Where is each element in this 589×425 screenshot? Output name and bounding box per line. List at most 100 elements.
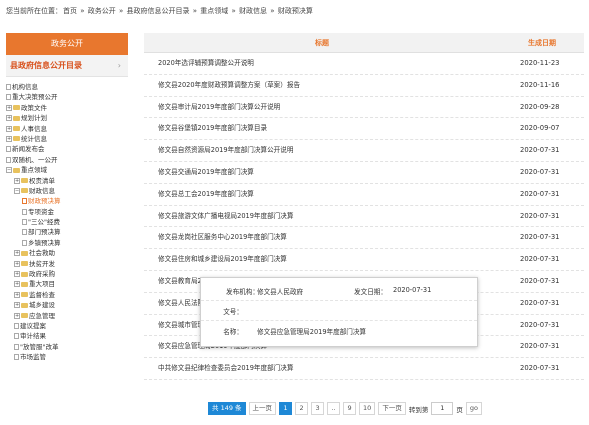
sidebar-tree-item[interactable]: + 监督检查 [6,290,128,300]
expand-icon[interactable]: + [6,125,12,132]
collapse-icon[interactable]: − [14,187,20,194]
document-title-link[interactable]: 2020年选评辅预算调整公开说明 [158,53,254,75]
goto-page-input[interactable]: 1 [431,402,454,415]
sidebar-tree-label: 监督检查 [29,290,55,299]
sidebar-tree-item[interactable]: + 政策文件 [6,103,128,113]
expand-icon[interactable]: + [14,281,20,288]
sidebar-tree-item[interactable]: + 权责清单 [6,176,128,186]
pubdate-value: 2020-07-31 [393,286,432,294]
folder-icon [13,167,20,173]
expand-icon[interactable]: + [14,250,20,257]
sidebar-tree-item[interactable]: + 规划计划 [6,113,128,123]
page-icon [22,219,27,226]
sidebar-tree-item[interactable]: + 统计信息 [6,134,128,144]
column-header-title: 标题 [315,39,329,47]
folder-icon [13,115,20,121]
page-button-3[interactable]: 3 [311,402,325,415]
sidebar-tree-item[interactable]: 重大决策预公开 [6,92,128,102]
document-title-link[interactable]: 修文县谷堡镇2019年度部门决算目录 [158,118,267,140]
expand-icon[interactable]: + [14,271,20,278]
sidebar-subheader[interactable]: 县政府信息公开目录 › [6,55,128,77]
sidebar-tree-item[interactable]: + 政府采购 [6,269,128,279]
sidebar-tree-item[interactable]: 机构信息 [6,82,128,92]
next-page-button[interactable]: 下一页 [378,402,406,415]
expand-icon[interactable]: + [14,177,20,184]
sidebar-tree-item[interactable]: 部门预决算 [6,227,128,237]
page-icon [22,239,27,246]
document-title-link[interactable]: 修文县总工会2019年度部门决算 [158,184,254,206]
breadcrumb-link-budget[interactable]: 财政预决算 [278,7,313,15]
expand-icon[interactable]: + [14,302,20,309]
document-title-link[interactable]: 修文县龙岗社区服务中心2019年度部门决算 [158,227,287,249]
breadcrumb-link-catalog[interactable]: 县政府信息公开目录 [127,7,190,15]
document-title-link[interactable]: 修文县自然资源局2019年度部门决算公开说明 [158,140,293,162]
sidebar-header[interactable]: 政务公开 [6,33,128,55]
folder-icon [13,105,20,111]
sidebar-tree-item[interactable]: + 社会救助 [6,248,128,258]
sidebar-tree-item[interactable]: 双随机、一公开 [6,155,128,165]
document-title-link[interactable]: 中共修文县纪律检查委员会2019年度部门决算 [158,358,293,380]
page-icon [6,94,11,101]
sidebar-tree-item[interactable]: + 人事信息 [6,124,128,134]
expand-icon[interactable]: + [14,260,20,267]
expand-icon[interactable]: + [6,115,12,122]
sidebar-tree-item[interactable]: + 城乡建设 [6,300,128,310]
sidebar-tree-item[interactable]: 市场监管 [6,352,128,362]
sidebar-tree-label: 财政预决算 [28,197,61,206]
document-date: 2020-07-31 [520,189,560,198]
sidebar-tree-label: 政府采购 [29,270,55,279]
sidebar-tree-label: 社会救助 [29,249,55,258]
table-row: 2020年选评辅预算调整公开说明 2020-11-23 [144,53,584,75]
breadcrumb-separator: » [192,7,198,15]
sidebar-tree-item[interactable]: + 重大项目 [6,279,128,289]
page-button-10[interactable]: 10 [359,402,376,415]
table-header: 标题 生成日期 [144,33,584,53]
prev-page-button[interactable]: 上一页 [248,402,277,415]
sidebar-tree-item[interactable]: 建议提案 [6,321,128,331]
sidebar-tree-label: 应急管理 [29,311,55,320]
breadcrumb-home-link[interactable]: 首页 [63,7,77,15]
document-date: 2020-07-31 [520,276,560,285]
sidebar-tree-label: 城乡建设 [29,301,55,310]
sidebar-tree-item[interactable]: − 财政信息 [6,186,128,196]
document-title-link[interactable]: 修文县交通局2019年度部门决算 [158,162,254,184]
sidebar-tree-label: 双随机、一公开 [12,155,58,164]
breadcrumb-link-gov-affairs[interactable]: 政务公开 [88,7,116,15]
sidebar-tree-item[interactable]: + 扶贫开发 [6,259,128,269]
sidebar-tree-item[interactable]: 财政预决算 [6,196,128,206]
document-title-link[interactable]: 修文县审计局2019年度部门决算公开说明 [158,97,280,119]
sidebar-tree-label: "三公"经费 [28,218,60,227]
document-date: 2020-07-31 [520,146,560,155]
document-date: 2020-09-28 [520,102,560,111]
page-button-2[interactable]: 2 [295,402,309,415]
breadcrumb-link-finance[interactable]: 财政信息 [239,7,267,15]
sidebar-tree-item[interactable]: "三公"经费 [6,217,128,227]
sidebar-tree-item[interactable]: 新闻发布会 [6,144,128,154]
expand-icon[interactable]: + [6,135,12,142]
sidebar-tree-item[interactable]: 专项资金 [6,207,128,217]
breadcrumb-separator: » [80,7,85,15]
breadcrumb-link-key-areas[interactable]: 重点领域 [200,7,228,15]
document-title-link[interactable]: 修文县2020年度财政预算调整方案（草案）报告 [158,75,300,97]
collapse-icon[interactable]: − [6,167,12,174]
pubdate-label: 发文日期： [354,288,387,296]
publisher-label: 发布机构： [226,288,259,296]
sidebar-tree-item[interactable]: 审计结果 [6,331,128,341]
sidebar-tree-item[interactable]: − 重点领域 [6,165,128,175]
expand-icon[interactable]: + [6,104,12,111]
sidebar-tree-item[interactable]: 乡镇预决算 [6,238,128,248]
sidebar-tree-item[interactable]: + 应急管理 [6,311,128,321]
page-button-9[interactable]: 9 [343,402,357,415]
document-title-link[interactable]: 修文县旅游文体广播电视局2019年度部门决算 [158,206,293,228]
folder-icon [21,261,28,267]
document-title-link[interactable]: 修文县住房和城乡建设局2019年度部门决算 [158,249,287,271]
go-button[interactable]: go [465,402,482,415]
expand-icon[interactable]: + [14,291,20,298]
table-row: 修文县审计局2019年度部门决算公开说明 2020-09-28 [144,97,584,119]
page-icon [6,84,11,90]
page-icon [6,156,11,163]
sidebar-tree-label: 新闻发布会 [12,145,45,154]
page-button-1[interactable]: 1 [279,402,293,415]
expand-icon[interactable]: + [14,312,20,319]
sidebar-tree-item[interactable]: "放管服"改革 [6,342,128,352]
